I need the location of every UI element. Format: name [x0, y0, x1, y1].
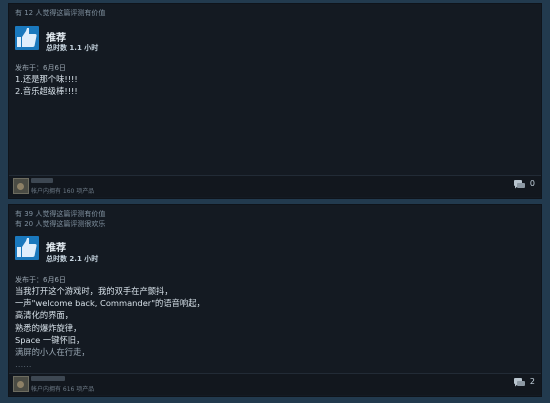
username[interactable] [31, 376, 65, 381]
comment-icon[interactable] [514, 378, 525, 388]
owned-products: 帐户内拥有 160 项产品 [31, 188, 95, 195]
review-verdict: 推荐 [46, 243, 66, 254]
helpful-count: 有 12 人觉得这篇评测有价值 [15, 9, 106, 17]
review-body: 当我打开这个游戏时，我的双手在产颤抖， 一声"welcome back, Com… [15, 285, 205, 370]
thumbs-up-icon[interactable] [15, 236, 39, 260]
review-line: 一声"welcome back, Commander"的语音响起， [15, 298, 205, 309]
review-line: Space 一键怀旧， [15, 334, 85, 345]
review-body: 1.还是那个味!!!! 2.音乐超级棒!!!! [15, 73, 78, 97]
review-line: 1.还是那个味!!!! [15, 74, 78, 84]
posted-date: 发布于：6月6日 [15, 64, 66, 72]
review-card: 有 39 人觉得这篇评测有价值 有 20 人觉得这篇评测很欢乐 推荐 总时数 2… [9, 205, 541, 396]
thumbs-up-icon[interactable] [15, 26, 39, 50]
review-card: 有 12 人觉得这篇评测有价值 推荐 总时数 1.1 小时 发布于：6月6日 1… [9, 4, 541, 198]
review-line: 满屏的小人在行走， [15, 347, 90, 358]
review-verdict: 推荐 [46, 33, 66, 44]
review-line: 熟悉的爆炸旋律， [15, 322, 82, 333]
owned-products: 帐户内拥有 616 项产品 [31, 386, 95, 393]
play-hours: 总时数 1.1 小时 [46, 44, 99, 52]
funny-count: 有 20 人觉得这篇评测很欢乐 [15, 220, 106, 228]
comment-count[interactable]: 2 [530, 377, 535, 386]
review-line: 当我打开这个游戏时，我的双手在产颤抖， [15, 286, 173, 296]
review-line: 2.音乐超级棒!!!! [15, 86, 78, 97]
play-hours: 总时数 2.1 小时 [46, 255, 99, 263]
comment-icon[interactable] [514, 180, 525, 190]
posted-date: 发布于：6月6日 [15, 276, 66, 284]
comment-count[interactable]: 0 [530, 179, 535, 188]
review-footer: 帐户内拥有 616 项产品 2 [9, 374, 541, 395]
review-footer: 帐户内拥有 160 项产品 0 [9, 176, 541, 197]
review-line: 高清化的界面， [15, 310, 74, 321]
avatar[interactable] [13, 178, 29, 194]
helpful-count: 有 39 人觉得这篇评测有价值 [15, 210, 106, 218]
avatar[interactable] [13, 376, 29, 392]
review-line: …… [15, 359, 32, 370]
username[interactable] [31, 178, 53, 183]
